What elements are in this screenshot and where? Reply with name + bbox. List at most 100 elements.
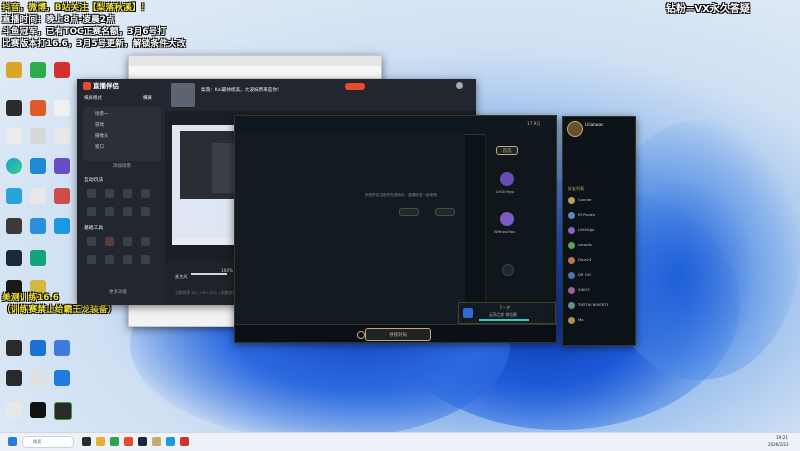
desktop-icon-9[interactable] <box>54 128 70 144</box>
taskbar-search[interactable]: 搜索 <box>22 436 74 448</box>
lol-client-window[interactable]: 17.9万 你的好友当前不在游戏中，邀请好友一起来吧 首选 LilGirlYgo… <box>234 115 557 343</box>
lol-tab-first[interactable]: 首选 <box>496 146 518 155</box>
find-match-button[interactable]: 寻找对局 <box>365 328 431 341</box>
taskbar-app-5[interactable] <box>138 437 147 446</box>
mic-slider[interactable] <box>191 273 227 275</box>
friend-name[interactable]: TIKTOK NIVERT1 <box>578 303 609 307</box>
interact-tool-1[interactable] <box>87 189 96 198</box>
friend-name[interactable]: Lilith5go <box>578 228 594 232</box>
interact-tool-3[interactable] <box>123 189 132 198</box>
desktop-icon-31[interactable] <box>54 402 72 420</box>
start-icon[interactable] <box>8 437 17 446</box>
queue-box[interactable]: 下一步 云顶之弈 排位赛 <box>458 302 556 324</box>
tab-mode[interactable]: 横屏模式 <box>84 96 102 102</box>
desktop-icon-14[interactable] <box>30 188 46 204</box>
desktop-icon-28[interactable] <box>54 370 70 386</box>
edge-icon[interactable] <box>6 158 22 174</box>
scene-item-2[interactable]: 游戏 <box>95 123 104 129</box>
friend-avatar[interactable] <box>568 287 575 294</box>
desktop-icon-15[interactable] <box>54 188 70 204</box>
desktop-icon-1[interactable] <box>6 62 22 78</box>
interact-tool-2[interactable] <box>105 189 114 198</box>
desktop-icon-8[interactable] <box>30 128 46 144</box>
friend-avatar[interactable] <box>568 197 575 204</box>
qq-icon[interactable] <box>54 218 70 234</box>
desktop-icon-6[interactable] <box>54 100 70 116</box>
streamer-avatar[interactable] <box>171 83 195 107</box>
taskbar-app-8[interactable] <box>180 437 189 446</box>
lol-settings-button[interactable] <box>435 208 455 216</box>
tab-landscape[interactable]: 横屏 <box>143 96 152 102</box>
empty-slot-icon[interactable] <box>502 264 514 276</box>
background-window-titlebar[interactable] <box>129 56 381 66</box>
taskbar-app-4[interactable] <box>124 437 133 446</box>
desktop-icon-25[interactable] <box>54 340 70 356</box>
desktop-icon-26[interactable] <box>6 370 22 386</box>
desktop-icon-3[interactable] <box>54 62 70 78</box>
desktop-icon-2[interactable] <box>30 62 46 78</box>
desktop-icon-29[interactable] <box>6 402 22 418</box>
friend-name[interactable]: Conner <box>578 198 592 202</box>
desktop-icon-24[interactable] <box>30 340 46 356</box>
desktop-icon-4[interactable] <box>6 100 22 116</box>
base-tool-2[interactable] <box>105 237 114 246</box>
taskbar-app-2[interactable] <box>96 437 105 446</box>
lol-panel-text: 你的好友当前不在游戏中，邀请好友一起来吧 <box>365 193 437 197</box>
base-tool-3[interactable] <box>123 237 132 246</box>
base-tool-4[interactable] <box>141 237 150 246</box>
friend-avatar[interactable] <box>568 257 575 264</box>
player-2-avatar[interactable] <box>500 212 514 226</box>
friend-avatar[interactable] <box>568 227 575 234</box>
close-lobby-icon[interactable] <box>357 331 365 339</box>
interact-tool-4[interactable] <box>141 189 150 198</box>
taskbar-app-1[interactable] <box>82 437 91 446</box>
taskbar-app-6[interactable] <box>152 437 161 446</box>
user-avatar-icon[interactable] <box>456 82 463 89</box>
scene-item-1[interactable]: 场景一 <box>95 112 109 118</box>
record-badge[interactable] <box>345 83 365 90</box>
add-scene-button[interactable]: 添加场景 <box>113 164 131 170</box>
more-tools-button[interactable]: 更多功能 <box>109 290 127 296</box>
desktop-icon-30[interactable] <box>30 402 46 418</box>
steam-icon[interactable] <box>6 250 22 266</box>
lol-invite-button[interactable] <box>399 208 419 216</box>
base-tool-8[interactable] <box>141 255 150 264</box>
friend-avatar[interactable] <box>568 302 575 309</box>
friend-avatar[interactable] <box>568 272 575 279</box>
friend-name[interactable]: XIAO3 <box>578 288 590 292</box>
interact-tool-7[interactable] <box>123 207 132 216</box>
friend-avatar[interactable] <box>568 317 575 324</box>
desktop-icon-11[interactable] <box>30 158 46 174</box>
interact-tool-8[interactable] <box>141 207 150 216</box>
friend-name[interactable]: DR OH <box>578 273 591 277</box>
base-tool-7[interactable] <box>123 255 132 264</box>
base-tool-6[interactable] <box>105 255 114 264</box>
friend-name[interactable]: caradis <box>578 243 592 247</box>
desktop-icon-17[interactable] <box>30 218 46 234</box>
friend-name[interactable]: Rf Panda <box>578 213 595 217</box>
scene-item-3[interactable]: 摄像头 <box>95 134 109 140</box>
friend-avatar[interactable] <box>568 242 575 249</box>
base-tool-1[interactable] <box>87 237 96 246</box>
profile-avatar[interactable] <box>567 121 583 137</box>
friends-panel[interactable]: Lilianwac 好友列表 Conner Rf Panda Lilith5go ca… <box>562 116 636 346</box>
desktop-icon-13[interactable] <box>6 188 22 204</box>
friend-avatar[interactable] <box>568 212 575 219</box>
desktop-icon-7[interactable] <box>6 128 22 144</box>
status-bar: 当前帧率 60 | CPU 12% | 网络良好 <box>175 290 237 295</box>
interact-tool-5[interactable] <box>87 207 96 216</box>
desktop-icon-5[interactable] <box>30 100 46 116</box>
desktop-icon-27[interactable] <box>30 370 46 386</box>
friend-name[interactable]: Mo <box>578 318 584 322</box>
taskbar-app-3[interactable] <box>110 437 119 446</box>
desktop-icon-12[interactable] <box>54 158 70 174</box>
base-tool-5[interactable] <box>87 255 96 264</box>
friend-name[interactable]: Dice24 <box>578 258 591 262</box>
player-1-avatar[interactable] <box>500 172 514 186</box>
desktop-icon-23[interactable] <box>6 340 22 356</box>
scene-item-4[interactable]: 窗口 <box>95 145 104 151</box>
taskbar-app-7[interactable] <box>166 437 175 446</box>
desktop-icon-20[interactable] <box>30 250 46 266</box>
desktop-icon-16[interactable] <box>6 218 22 234</box>
interact-tool-6[interactable] <box>105 207 114 216</box>
